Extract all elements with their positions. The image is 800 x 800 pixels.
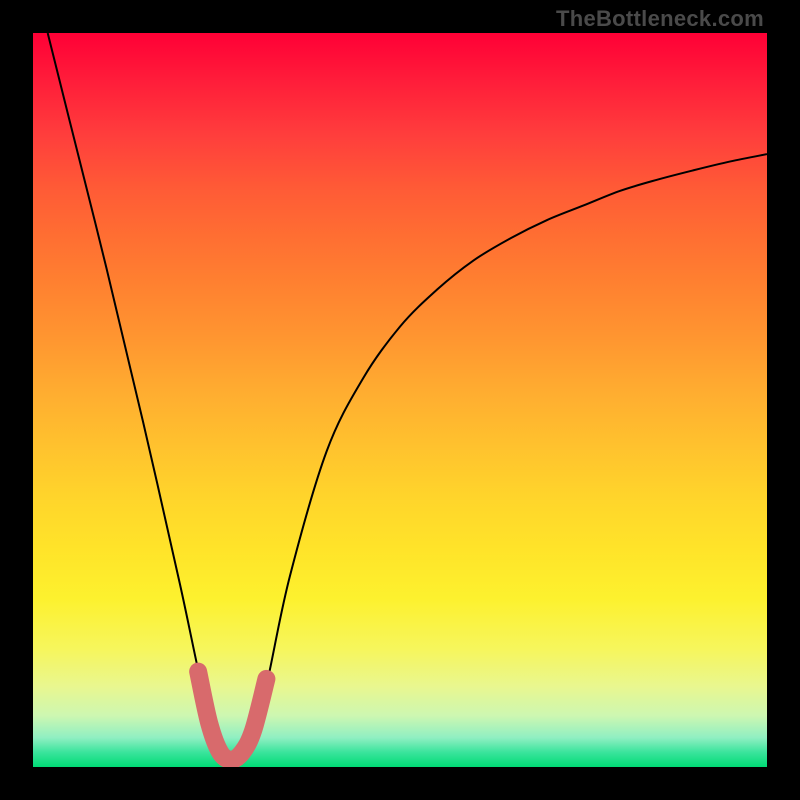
curve-layer [33, 33, 767, 767]
watermark-text: TheBottleneck.com [556, 6, 764, 32]
bottleneck-highlight [198, 672, 266, 760]
chart-frame: TheBottleneck.com [0, 0, 800, 800]
bottleneck-curve [48, 33, 767, 762]
plot-area [33, 33, 767, 767]
